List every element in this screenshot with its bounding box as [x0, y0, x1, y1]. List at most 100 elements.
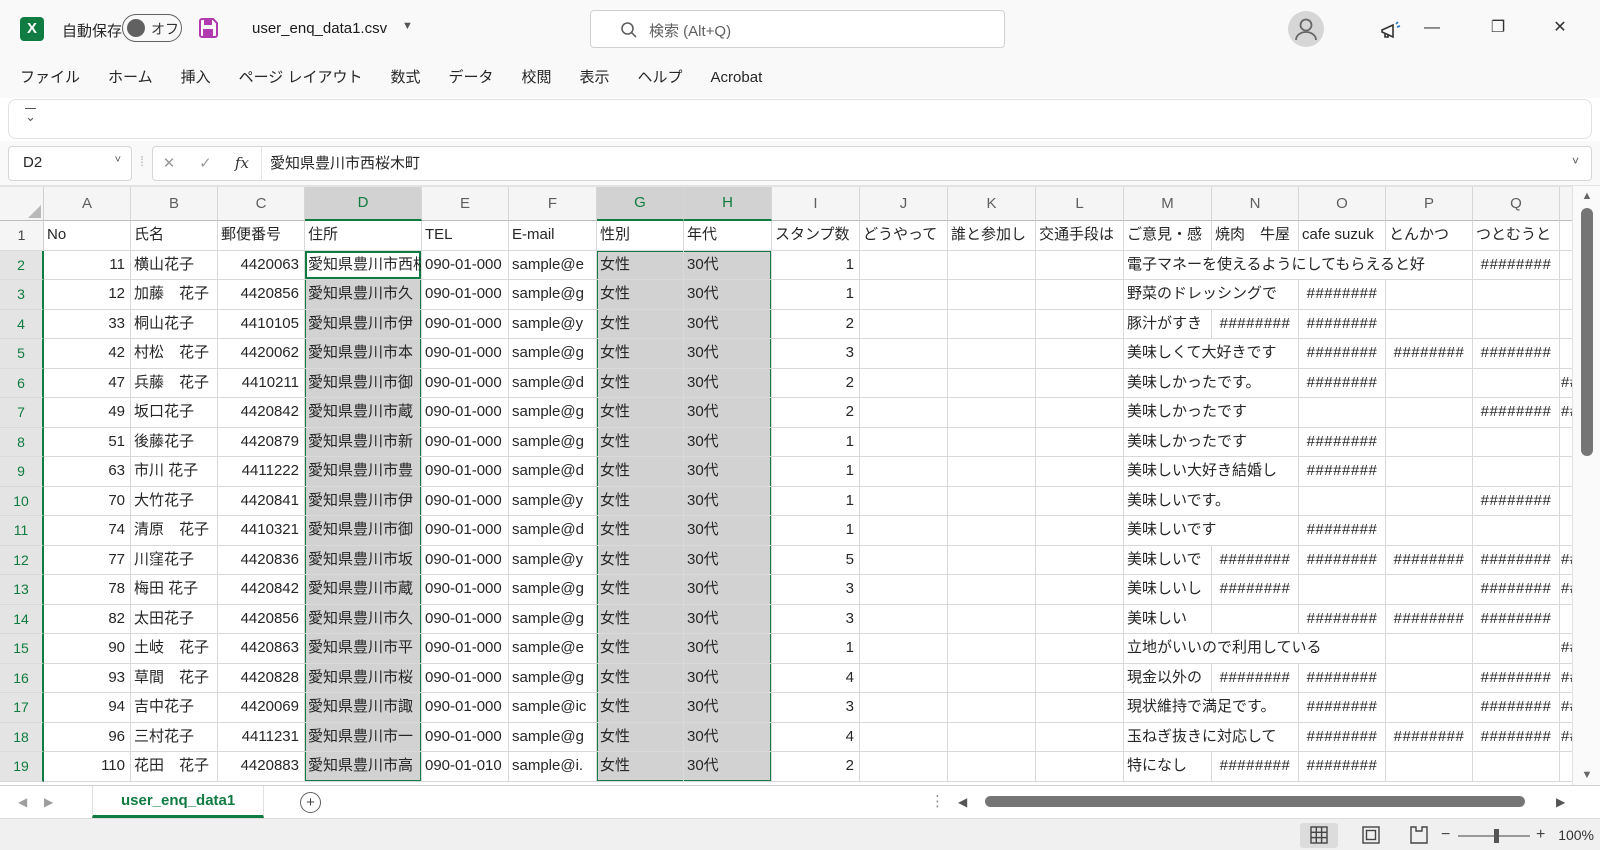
cell-A16[interactable]: 93 — [44, 664, 131, 694]
cell-O3[interactable]: ######## — [1299, 280, 1386, 310]
horizontal-scrollbar[interactable] — [978, 786, 1548, 818]
excel-app-icon[interactable]: X — [20, 17, 44, 41]
cell-F17[interactable]: sample@ic — [509, 693, 597, 723]
cell-H6[interactable]: 30代 — [684, 369, 772, 399]
cell-E10[interactable]: 090-01-000 — [422, 487, 509, 517]
cell-P16[interactable] — [1386, 664, 1473, 694]
cell-K15[interactable] — [948, 634, 1036, 664]
cell-N12[interactable]: ######## — [1212, 546, 1299, 576]
cell-H17[interactable]: 30代 — [684, 693, 772, 723]
cell-I7[interactable]: 2 — [772, 398, 860, 428]
cell-P5[interactable]: ######## — [1386, 339, 1473, 369]
column-header-J[interactable]: J — [860, 187, 948, 221]
cell-I15[interactable]: 1 — [772, 634, 860, 664]
row-header-1[interactable]: 1 — [0, 221, 44, 251]
cell-F14[interactable]: sample@g — [509, 605, 597, 635]
cell-D12[interactable]: 愛知県豊川市坂 — [305, 546, 422, 576]
cell-M16[interactable]: 現金以外の — [1124, 664, 1212, 694]
zoom-slider-thumb[interactable] — [1494, 829, 1499, 843]
row-header-3[interactable]: 3 — [0, 280, 44, 310]
cell-J13[interactable] — [860, 575, 948, 605]
cell-A12[interactable]: 77 — [44, 546, 131, 576]
cell-O9[interactable]: ######## — [1299, 457, 1386, 487]
cell-F4[interactable]: sample@y — [509, 310, 597, 340]
cell-B7[interactable]: 坂口花子 — [131, 398, 218, 428]
title-dropdown-icon[interactable]: ▼ — [402, 20, 413, 32]
cell-E13[interactable]: 090-01-000 — [422, 575, 509, 605]
cell-C5[interactable]: 4420062 — [218, 339, 305, 369]
cell-G3[interactable]: 女性 — [597, 280, 684, 310]
cell-P19[interactable] — [1386, 752, 1473, 782]
cell-F11[interactable]: sample@d — [509, 516, 597, 546]
cell-O1[interactable]: cafe suzuk — [1299, 221, 1386, 251]
cell-O10[interactable] — [1299, 487, 1386, 517]
column-header-C[interactable]: C — [218, 187, 305, 221]
normal-view-icon[interactable] — [1300, 823, 1338, 848]
cell-G17[interactable]: 女性 — [597, 693, 684, 723]
cell-J19[interactable] — [860, 752, 948, 782]
cell-B8[interactable]: 後藤花子 — [131, 428, 218, 458]
cell-M10[interactable]: 美味しいです。 — [1124, 487, 1299, 517]
cell-F16[interactable]: sample@g — [509, 664, 597, 694]
column-header-D[interactable]: D — [305, 187, 422, 221]
cell-G1[interactable]: 性別 — [597, 221, 684, 251]
cell-L9[interactable] — [1036, 457, 1124, 487]
cell-A1[interactable]: No — [44, 221, 131, 251]
cell-K10[interactable] — [948, 487, 1036, 517]
cell-L1[interactable]: 交通手段は — [1036, 221, 1124, 251]
menu-tab-挿入[interactable]: 挿入 — [181, 58, 211, 98]
cell-H14[interactable]: 30代 — [684, 605, 772, 635]
cell-C13[interactable]: 4420842 — [218, 575, 305, 605]
cell-E12[interactable]: 090-01-000 — [422, 546, 509, 576]
cell-O5[interactable]: ######## — [1299, 339, 1386, 369]
cell-Q10[interactable]: ######## — [1473, 487, 1560, 517]
cell-P4[interactable] — [1386, 310, 1473, 340]
cell-F19[interactable]: sample@i. — [509, 752, 597, 782]
cell-K2[interactable] — [948, 251, 1036, 281]
row-header-6[interactable]: 6 — [0, 369, 44, 399]
cell-J17[interactable] — [860, 693, 948, 723]
cell-D10[interactable]: 愛知県豊川市伊 — [305, 487, 422, 517]
cell-G2[interactable]: 女性 — [597, 251, 684, 281]
cell-B3[interactable]: 加藤 花子 — [131, 280, 218, 310]
cell-G4[interactable]: 女性 — [597, 310, 684, 340]
cell-J9[interactable] — [860, 457, 948, 487]
cell-A9[interactable]: 63 — [44, 457, 131, 487]
cell-I9[interactable]: 1 — [772, 457, 860, 487]
add-sheet-icon[interactable]: + — [300, 792, 321, 813]
cancel-entry-icon[interactable]: ✕ — [153, 147, 185, 180]
cell-Q5[interactable]: ######## — [1473, 339, 1560, 369]
row-header-15[interactable]: 15 — [0, 634, 44, 664]
cell-I6[interactable]: 2 — [772, 369, 860, 399]
cell-F3[interactable]: sample@g — [509, 280, 597, 310]
cell-G13[interactable]: 女性 — [597, 575, 684, 605]
cell-J8[interactable] — [860, 428, 948, 458]
cell-E4[interactable]: 090-01-000 — [422, 310, 509, 340]
cell-H8[interactable]: 30代 — [684, 428, 772, 458]
minimize-button[interactable]: — — [1422, 18, 1442, 38]
cell-C4[interactable]: 4410105 — [218, 310, 305, 340]
row-header-14[interactable]: 14 — [0, 605, 44, 635]
row-header-16[interactable]: 16 — [0, 664, 44, 694]
cell-Q9[interactable] — [1473, 457, 1560, 487]
cell-K12[interactable] — [948, 546, 1036, 576]
menu-tab-ヘルプ[interactable]: ヘルプ — [638, 58, 683, 98]
cell-C17[interactable]: 4420069 — [218, 693, 305, 723]
cell-D8[interactable]: 愛知県豊川市新 — [305, 428, 422, 458]
column-header-F[interactable]: F — [509, 187, 597, 221]
document-title[interactable]: user_enq_data1.csv — [252, 20, 387, 37]
cell-D11[interactable]: 愛知県豊川市御 — [305, 516, 422, 546]
cell-M5[interactable]: 美味しくて大好きです — [1124, 339, 1299, 369]
cell-L6[interactable] — [1036, 369, 1124, 399]
cell-Q15[interactable] — [1473, 634, 1560, 664]
user-avatar[interactable] — [1288, 11, 1324, 47]
close-button[interactable]: ✕ — [1550, 18, 1570, 38]
cell-M7[interactable]: 美味しかったです — [1124, 398, 1299, 428]
cell-A15[interactable]: 90 — [44, 634, 131, 664]
cell-C16[interactable]: 4420828 — [218, 664, 305, 694]
cell-M8[interactable]: 美味しかったです — [1124, 428, 1299, 458]
cell-H9[interactable]: 30代 — [684, 457, 772, 487]
cell-A8[interactable]: 51 — [44, 428, 131, 458]
cell-M9[interactable]: 美味しい大好き結婚し — [1124, 457, 1299, 487]
cell-L11[interactable] — [1036, 516, 1124, 546]
